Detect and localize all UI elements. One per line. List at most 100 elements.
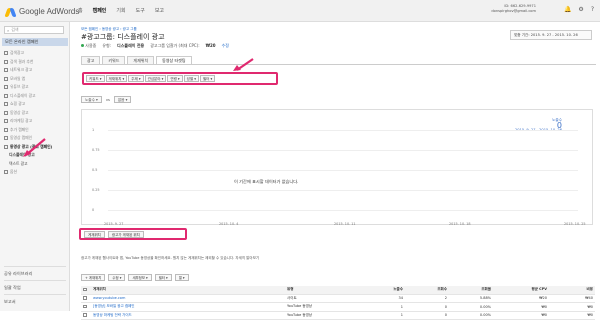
- row-checkbox[interactable]: [81, 313, 91, 318]
- sidebar-bottom-links: 공유 라이브러리 일괄 작업 보고서: [4, 266, 66, 308]
- sidebar-shared-library[interactable]: 공유 라이브러리: [4, 266, 66, 280]
- metric-1-select[interactable]: 노출수 ▾: [81, 96, 102, 103]
- col-view-rate[interactable]: 조회율: [449, 287, 493, 292]
- placement-link[interactable]: [동영상] 모바일 광고 캠페인: [91, 304, 285, 309]
- col-type[interactable]: 유형: [285, 287, 353, 292]
- top-bar: Google AdWords 홈 캠페인 기회 도구 보고 ID: 662-62…: [0, 0, 600, 22]
- date-range-picker[interactable]: 맞춤 기간: 2015. 9. 27 - 2015. 10. 26: [510, 30, 592, 40]
- filter-placements-button[interactable]: 게재위치 ▾: [106, 75, 128, 82]
- filter-button[interactable]: 필터 ▾: [155, 274, 172, 281]
- x-tick-label: 2015. 10. 11: [334, 222, 356, 226]
- sidebar-all-campaigns[interactable]: 모든 온라인 캠페인: [2, 38, 68, 46]
- tab-video-targeting[interactable]: 동영상 타겟팅: [156, 56, 191, 64]
- row-checkbox[interactable]: [81, 296, 91, 301]
- col-placement[interactable]: 게재위치: [91, 287, 285, 292]
- grid-line: [108, 210, 578, 211]
- sidebar-item[interactable]: 검색 결과 추천: [4, 58, 68, 67]
- view-where-shown-button[interactable]: 광고가 게재된 위치: [108, 231, 144, 238]
- main-content: 모든 캠페인 › 동영상 광고 › 광고 그룹 #광고그룹: 디스플레이 광고 …: [71, 22, 600, 311]
- sidebar-search[interactable]: ⌕ 검색: [4, 26, 64, 34]
- chart-metric-selectors: 노출수 ▾ vs 없음 ▾: [81, 96, 131, 103]
- filter-keywords-button[interactable]: 키워드 ▾: [86, 75, 105, 82]
- select-all-checkbox[interactable]: [81, 288, 91, 293]
- x-tick-label: 2015. 10. 4: [219, 222, 238, 226]
- table-header: 게재위치 유형 노출수 조회수 조회율 평균 CPV 비용: [81, 286, 595, 295]
- status-enabled[interactable]: 사용중: [81, 43, 96, 49]
- status-dot-icon: [81, 44, 84, 47]
- campaign-icon: [4, 170, 8, 174]
- sidebar-item[interactable]: 추가 캠페인: [4, 126, 68, 135]
- col-views[interactable]: 조회수: [405, 287, 449, 292]
- performance-chart: 노출수 0 2015. 9. 27 - 2015. 10. 26 이 기간에 표…: [81, 109, 593, 225]
- sidebar-bulk-operations[interactable]: 일괄 작업: [4, 280, 66, 294]
- x-tick-label: 2015. 9. 27: [104, 222, 123, 226]
- notification-bell-icon[interactable]: 🔔: [564, 6, 571, 13]
- filter-age-button[interactable]: 연령 ▾: [167, 75, 182, 82]
- app-name: Google AdWords: [19, 7, 79, 16]
- nav-opportunities[interactable]: 기회: [116, 7, 125, 14]
- adwords-logo[interactable]: Google AdWords: [6, 6, 79, 17]
- placements-table: 게재위치 유형 노출수 조회수 조회율 평균 CPV 비용 www.youtub…: [81, 286, 595, 320]
- col-impressions[interactable]: 노출수: [353, 287, 405, 292]
- add-placement-button[interactable]: + 게재위치: [81, 274, 105, 281]
- nav-tools[interactable]: 도구: [136, 7, 145, 14]
- search-icon: ⌕: [7, 28, 9, 33]
- tab-divider: [81, 64, 596, 65]
- account-info[interactable]: ID: 662-629-9971 donspirghov@gmail.com: [491, 4, 536, 14]
- campaign-icon: [4, 111, 8, 115]
- campaign-icon: [4, 94, 8, 98]
- campaign-icon: [4, 68, 8, 72]
- metric-2-select[interactable]: 없음 ▾: [114, 96, 132, 103]
- grid-line: [108, 170, 578, 171]
- edit-bid-link[interactable]: 수정: [222, 43, 229, 49]
- sidebar-item[interactable]: 검색광고: [4, 49, 68, 58]
- sidebar-item[interactable]: 옵션: [4, 168, 68, 177]
- sidebar-item[interactable]: 네트워크 광고: [4, 66, 68, 75]
- account-email: donspirghov@gmail.com: [491, 9, 536, 14]
- tab-bar: 광고 키워드 게재위치 동영상 타겟팅: [81, 56, 192, 64]
- nav-campaigns[interactable]: 캠페인: [93, 7, 107, 14]
- table-toolbar: + 게재위치 수정 ▾ 세부정보 ▾ 필터 ▾ 열 ▾: [81, 274, 189, 281]
- placement-link[interactable]: 동영상 마케팅 전략 가이드: [91, 313, 285, 318]
- placement-view-toggle: 게재위치 광고가 게재된 위치: [79, 228, 187, 240]
- view-placements-button[interactable]: 게재위치: [84, 231, 105, 238]
- sidebar: ⌕ 검색 모든 온라인 캠페인 검색광고 검색 결과 추천 네트워크 광고 모바…: [0, 22, 70, 311]
- y-tick-label: 0.5: [92, 168, 97, 172]
- campaign-icon: [4, 51, 8, 55]
- campaign-icon: [4, 77, 8, 81]
- sidebar-item[interactable]: 리마케팅 광고: [4, 117, 68, 126]
- main-nav: 홈 캠페인 기회 도구 보고: [78, 7, 164, 14]
- sidebar-subitem-text[interactable]: 텍스트 광고: [4, 160, 68, 169]
- tab-ads[interactable]: 광고: [81, 56, 100, 64]
- annotation-arrow-tabs: [231, 58, 255, 72]
- no-data-message: 이 기간에 표시할 데이터가 없습니다.: [234, 179, 298, 185]
- nav-home[interactable]: 홈: [78, 7, 83, 14]
- sidebar-item[interactable]: 디스플레이 광고: [4, 92, 68, 101]
- filter-interests-button[interactable]: 관심분야 ▾: [145, 75, 167, 82]
- placement-link[interactable]: www.youtube.com: [91, 296, 285, 300]
- y-tick-label: 0: [92, 208, 94, 212]
- sidebar-item[interactable]: 동영상 광고: [4, 109, 68, 118]
- campaign-icon: [4, 128, 8, 132]
- details-button[interactable]: 세부정보 ▾: [128, 274, 151, 281]
- filter-more-button[interactable]: 필터 ▾: [200, 75, 215, 82]
- settings-gear-icon[interactable]: ⚙: [578, 6, 583, 13]
- filter-gender-button[interactable]: 성별 ▾: [184, 75, 199, 82]
- grid-line: [108, 190, 578, 191]
- columns-button[interactable]: 열 ▾: [175, 274, 189, 281]
- sidebar-item[interactable]: 유튜브 광고: [4, 83, 68, 92]
- tab-keywords[interactable]: 키워드: [102, 56, 125, 64]
- col-avg-cpv[interactable]: 평균 CPV: [493, 287, 549, 292]
- sidebar-reports[interactable]: 보고서: [4, 294, 66, 308]
- sidebar-item[interactable]: 쇼핑 광고: [4, 100, 68, 109]
- row-checkbox[interactable]: [81, 305, 91, 310]
- col-cost[interactable]: 비용: [549, 287, 595, 292]
- help-icon[interactable]: ?: [591, 6, 594, 13]
- sidebar-item[interactable]: 모바일 앱: [4, 75, 68, 84]
- edit-button[interactable]: 수정 ▾: [108, 274, 125, 281]
- annotation-arrow-sidebar: [22, 138, 46, 158]
- nav-reports[interactable]: 보고: [155, 7, 164, 14]
- filter-topics-button[interactable]: 주제 ▾: [128, 75, 143, 82]
- tab-placements[interactable]: 게재위치: [127, 56, 154, 64]
- campaign-icon: [4, 60, 8, 64]
